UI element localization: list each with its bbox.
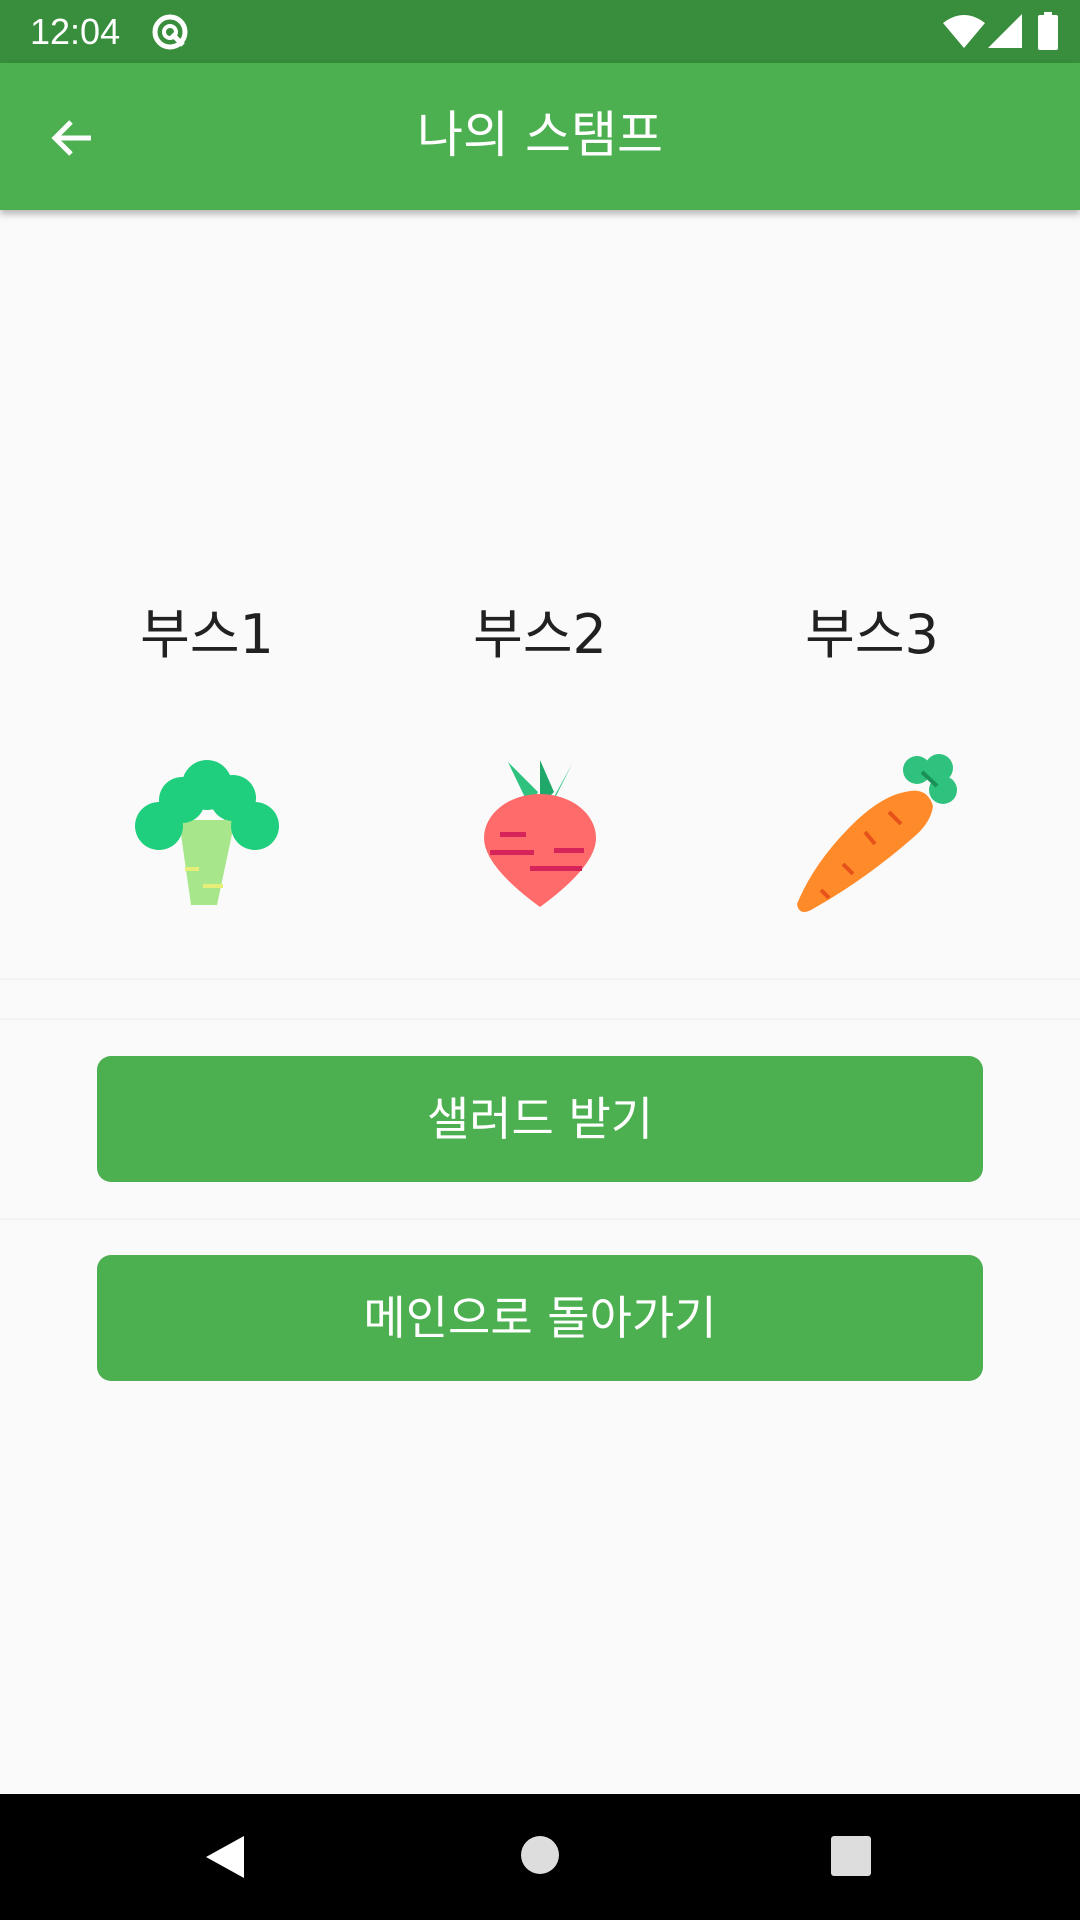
navigation-bar (0, 1794, 1080, 1920)
back-triangle-icon[interactable] (204, 1834, 246, 1880)
divider (0, 1018, 1080, 1020)
radish-icon (484, 760, 596, 907)
go-main-button[interactable]: 메인으로 돌아가기 (97, 1255, 983, 1381)
divider (0, 978, 1080, 980)
signal-icon (988, 14, 1022, 48)
booth-1-label: 부스1 (140, 603, 274, 666)
carrot-icon (797, 754, 957, 912)
get-salad-button[interactable]: 샐러드 받기 (97, 1056, 983, 1182)
recents-square-icon[interactable] (831, 1836, 871, 1876)
battery-icon (1038, 12, 1058, 50)
home-circle-icon[interactable] (519, 1834, 561, 1876)
broccoli-icon (135, 760, 279, 905)
status-bar: 12:04 (0, 0, 1080, 63)
booth-2-label: 부스2 (473, 603, 607, 666)
back-button[interactable] (28, 93, 118, 183)
divider (0, 1218, 1080, 1220)
booth-3-label: 부스3 (805, 603, 939, 666)
wifi-icon (943, 15, 985, 48)
sync-icon (152, 14, 188, 50)
arrow-left-icon (51, 120, 91, 156)
status-time: 12:04 (30, 11, 121, 52)
page-title: 나의 스탬프 (417, 106, 663, 164)
app-bar: 나의 스탬프 (0, 63, 1080, 210)
